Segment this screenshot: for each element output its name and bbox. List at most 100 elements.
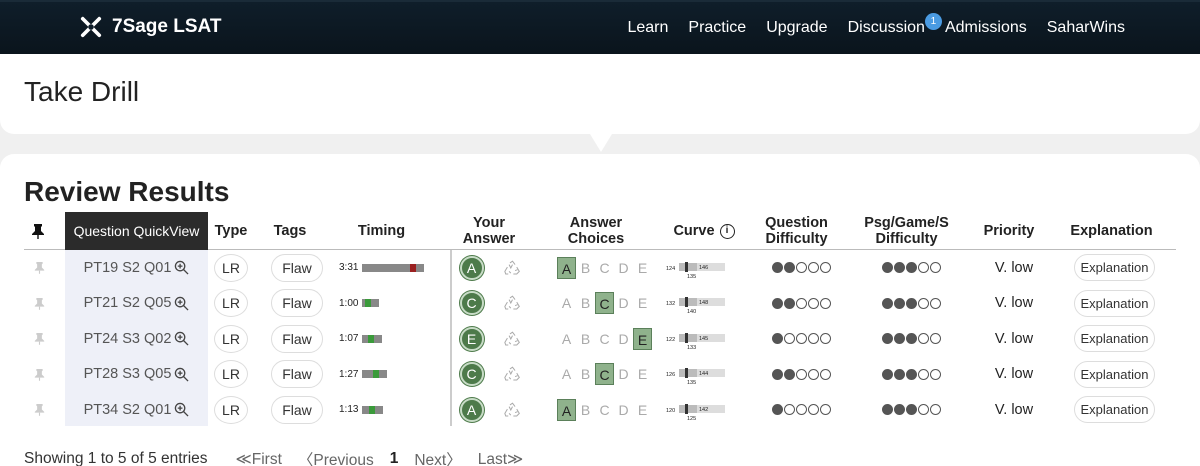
zoom-in-icon[interactable] bbox=[174, 367, 189, 382]
difficulty-dot bbox=[795, 297, 807, 309]
zoom-in-icon[interactable] bbox=[174, 260, 189, 275]
difficulty-dot bbox=[917, 404, 929, 416]
choice-d[interactable]: D bbox=[614, 292, 633, 314]
choice-b[interactable]: B bbox=[576, 292, 595, 314]
pager-first[interactable]: ≪First bbox=[236, 450, 282, 466]
nav-learn[interactable]: Learn bbox=[627, 19, 668, 37]
question-quickview[interactable]: PT24 S3 Q02 bbox=[65, 321, 208, 357]
header-type[interactable]: Type bbox=[208, 212, 254, 250]
header-quickview[interactable]: Question QuickView bbox=[65, 212, 208, 250]
pin-row-icon[interactable] bbox=[32, 250, 46, 286]
explanation-button[interactable]: Explanation bbox=[1073, 325, 1156, 353]
choice-d[interactable]: D bbox=[614, 257, 633, 279]
nav-user[interactable]: SaharWins bbox=[1047, 19, 1125, 37]
header-question-difficulty[interactable]: Question Difficulty bbox=[754, 212, 839, 250]
curve-chart: 120 125 142 bbox=[664, 392, 729, 428]
question-quickview[interactable]: PT34 S2 Q01 bbox=[65, 392, 208, 428]
choice-d[interactable]: D bbox=[614, 328, 633, 350]
pin-row-icon[interactable] bbox=[32, 357, 46, 393]
question-id[interactable]: PT28 S3 Q05 bbox=[84, 366, 172, 382]
explanation-button[interactable]: Explanation bbox=[1073, 360, 1156, 388]
header-explanation[interactable]: Explanation bbox=[1059, 212, 1164, 250]
choice-e[interactable]: E bbox=[633, 363, 652, 385]
choice-d[interactable]: D bbox=[614, 399, 633, 421]
choice-b[interactable]: B bbox=[576, 257, 595, 279]
choice-a[interactable]: A bbox=[557, 292, 576, 314]
pin-row-icon[interactable] bbox=[32, 286, 46, 322]
pager-last[interactable]: Last≫ bbox=[478, 450, 524, 466]
question-id[interactable]: PT24 S3 Q02 bbox=[84, 331, 172, 347]
zoom-in-icon[interactable] bbox=[174, 331, 189, 346]
pin-icon[interactable] bbox=[24, 212, 52, 250]
svg-text:142: 142 bbox=[699, 407, 708, 413]
brand-logo[interactable]: 7Sage LSAT bbox=[80, 16, 221, 38]
pin-row-icon[interactable] bbox=[32, 321, 46, 357]
your-answer-badge: A bbox=[459, 255, 484, 280]
nav-practice[interactable]: Practice bbox=[688, 19, 746, 37]
choice-b[interactable]: B bbox=[576, 328, 595, 350]
choice-e[interactable]: E bbox=[633, 399, 652, 421]
choice-c[interactable]: C bbox=[595, 292, 614, 315]
info-icon[interactable]: i bbox=[719, 223, 735, 239]
recycle-icon[interactable] bbox=[500, 357, 524, 393]
choice-e[interactable]: E bbox=[633, 257, 652, 279]
timing-bar bbox=[362, 405, 384, 414]
tag-badge[interactable]: Flaw bbox=[271, 253, 323, 282]
header-curve[interactable]: Curve i bbox=[664, 212, 744, 250]
choice-b[interactable]: B bbox=[576, 399, 595, 421]
choice-e[interactable]: E bbox=[633, 292, 652, 314]
tag-badge[interactable]: Flaw bbox=[271, 395, 323, 424]
explanation-button[interactable]: Explanation bbox=[1073, 254, 1156, 282]
recycle-icon[interactable] bbox=[500, 392, 524, 428]
tag-badge[interactable]: Flaw bbox=[271, 324, 323, 353]
timing-bar bbox=[362, 334, 383, 343]
explanation-button[interactable]: Explanation bbox=[1073, 289, 1156, 317]
nav-admissions[interactable]: Admissions bbox=[945, 19, 1027, 37]
question-quickview[interactable]: PT28 S3 Q05 bbox=[65, 357, 208, 393]
choice-e[interactable]: E bbox=[633, 327, 652, 350]
header-psg-difficulty[interactable]: Psg/Game/S Difficulty bbox=[854, 212, 959, 250]
choice-b[interactable]: B bbox=[576, 363, 595, 385]
your-answer-badge: E bbox=[459, 326, 484, 351]
tag-badge[interactable]: Flaw bbox=[271, 289, 323, 318]
choice-c[interactable]: C bbox=[595, 363, 614, 386]
difficulty-dot bbox=[881, 333, 893, 345]
pager-next[interactable]: Next〉 bbox=[414, 448, 461, 466]
header-answer-choices[interactable]: Answer Choices bbox=[550, 212, 642, 250]
question-id[interactable]: PT19 S2 Q01 bbox=[84, 260, 172, 276]
explanation-button[interactable]: Explanation bbox=[1073, 396, 1156, 424]
header-tags[interactable]: Tags bbox=[260, 212, 320, 250]
question-quickview[interactable]: PT21 S2 Q05 bbox=[65, 286, 208, 322]
difficulty-dot bbox=[929, 368, 941, 380]
question-id[interactable]: PT21 S2 Q05 bbox=[84, 295, 172, 311]
zoom-in-icon[interactable] bbox=[174, 296, 189, 311]
question-quickview[interactable]: PT19 S2 Q01 bbox=[65, 250, 208, 286]
nav-upgrade[interactable]: Upgrade bbox=[766, 19, 827, 37]
zoom-in-icon[interactable] bbox=[174, 402, 189, 417]
tag-badge[interactable]: Flaw bbox=[271, 360, 323, 389]
recycle-icon[interactable] bbox=[500, 250, 524, 286]
choice-a[interactable]: A bbox=[557, 363, 576, 385]
choice-d[interactable]: D bbox=[614, 363, 633, 385]
nav-discussion[interactable]: Discussion 1 bbox=[848, 13, 942, 37]
header-timing[interactable]: Timing bbox=[334, 212, 429, 250]
difficulty-dot bbox=[893, 262, 905, 274]
header-priority[interactable]: Priority bbox=[974, 212, 1044, 250]
pager-previous[interactable]: 〈Previous bbox=[298, 448, 374, 466]
choice-a[interactable]: A bbox=[557, 256, 576, 279]
header-your-answer[interactable]: Your Answer bbox=[454, 212, 524, 250]
pager-current-page[interactable]: 1 bbox=[390, 450, 399, 466]
recycle-icon[interactable] bbox=[500, 286, 524, 322]
choice-a[interactable]: A bbox=[557, 398, 576, 421]
recycle-icon[interactable] bbox=[500, 321, 524, 357]
choice-a[interactable]: A bbox=[557, 328, 576, 350]
curve-chart: 126 135 144 bbox=[664, 357, 729, 393]
entries-info: Showing 1 to 5 of 5 entries bbox=[24, 450, 208, 466]
question-id[interactable]: PT34 S2 Q01 bbox=[84, 402, 172, 418]
difficulty-dot bbox=[881, 297, 893, 309]
choice-c[interactable]: C bbox=[595, 399, 614, 421]
choice-c[interactable]: C bbox=[595, 257, 614, 279]
choice-c[interactable]: C bbox=[595, 328, 614, 350]
pin-row-icon[interactable] bbox=[32, 392, 46, 428]
psg-difficulty bbox=[879, 357, 944, 393]
